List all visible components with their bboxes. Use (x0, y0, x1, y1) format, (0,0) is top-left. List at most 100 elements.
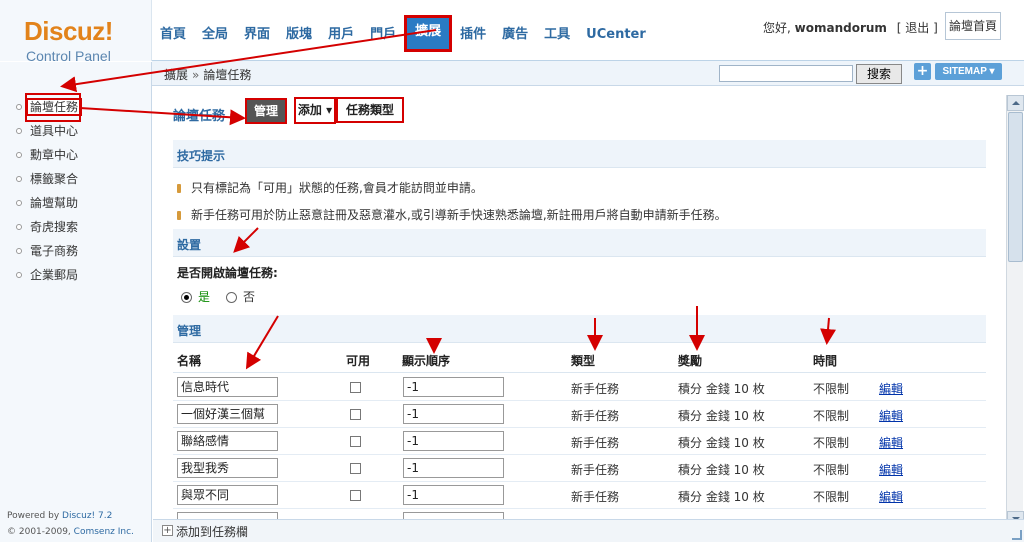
add-shortcut-button[interactable]: + (914, 63, 931, 80)
search-button[interactable]: 搜索 (856, 64, 902, 84)
enabled-checkbox[interactable] (350, 463, 361, 474)
tab-task-types[interactable]: 任務類型 (336, 97, 404, 123)
enable-tasks-radio-group: 是否 (181, 288, 255, 305)
sidebar-item-label: 道具中心 (30, 124, 79, 138)
add-to-taskbar-label[interactable]: 添加到任務欄 (176, 523, 248, 540)
sidebar-item-label: 標籤聚合 (30, 172, 79, 186)
copyright: © 2001-2009, (7, 527, 71, 537)
nav-ucenter[interactable]: UCenter (578, 18, 654, 52)
user-greeting: 您好, womandorum [ 退出 ] (763, 19, 938, 36)
tab-add[interactable]: 添加 ▾ (294, 97, 336, 124)
breadcrumb: 擴展 » 論壇任務 (164, 66, 251, 83)
display-order-field[interactable]: -1 (403, 458, 504, 478)
bullet-icon (16, 200, 22, 206)
column-reward: 獎勵 (678, 354, 703, 368)
taskbar: + 添加到任務欄 (153, 519, 1024, 542)
sidebar-item-forum-tasks[interactable]: 論壇任務 (0, 96, 152, 120)
sidebar-item-medals[interactable]: 勳章中心 (0, 144, 152, 168)
table-header: 名稱 可用 顯示順序 類型 獎勵 時間 (173, 349, 986, 373)
tab-manage[interactable]: 管理 (243, 96, 289, 126)
task-name-field[interactable]: 與眾不同 (177, 485, 278, 505)
arrow-up-icon (1012, 101, 1020, 105)
table-row: 我型我秀 -1 新手任務 積分 金錢 10 枚 不限制 編輯 (173, 455, 986, 482)
task-time: 不限制 (813, 463, 850, 477)
task-name-field[interactable]: 信息時代 (177, 377, 278, 397)
nav-portal[interactable]: 門戶 (362, 18, 404, 52)
display-order-field[interactable] (403, 512, 504, 519)
radio-yes-label: 是 (198, 290, 211, 304)
edit-link[interactable]: 編輯 (879, 407, 903, 424)
brand-link[interactable]: Discuz! 7.2 (62, 511, 112, 521)
tips-header: 技巧提示 (173, 140, 986, 168)
task-name-field[interactable] (177, 512, 278, 519)
bullet-icon (16, 128, 22, 134)
radio-no[interactable] (226, 292, 238, 303)
edit-link[interactable]: 編輯 (879, 380, 903, 397)
table-row: 與眾不同 -1 新手任務 積分 金錢 10 枚 不限制 編輯 (173, 482, 986, 509)
logo[interactable]: Discuz! Control Panel (0, 0, 152, 64)
top-header: Discuz! Control Panel 首頁 全局 界面 版塊 用戶 門戶 … (0, 0, 1024, 64)
nav-extensions[interactable]: 擴展 (404, 15, 453, 52)
nav-ads[interactable]: 廣告 (494, 18, 536, 52)
enable-tasks-label: 是否開啟論壇任務: (177, 266, 278, 280)
sidebar-item-label: 勳章中心 (30, 148, 79, 162)
enabled-checkbox[interactable] (350, 409, 361, 420)
scroll-up-button[interactable] (1007, 95, 1024, 111)
powered-by: Powered by (7, 511, 60, 521)
radio-yes[interactable] (181, 292, 192, 303)
table-row: 信息時代 -1 新手任務 積分 金錢 10 枚 不限制 編輯 (173, 374, 986, 401)
resize-grip-icon[interactable] (1012, 530, 1022, 540)
enabled-checkbox[interactable] (350, 436, 361, 447)
bullet-icon (16, 224, 22, 230)
edit-link[interactable]: 編輯 (879, 434, 903, 451)
table-row-partial (173, 509, 986, 519)
radio-no-label: 否 (243, 290, 256, 304)
settings-title: 設置 (177, 238, 202, 252)
breadcrumb-current: 論壇任務 (203, 68, 252, 82)
task-time: 不限制 (813, 409, 850, 423)
logout-link[interactable]: [ 退出 ] (897, 21, 938, 35)
display-order-field[interactable]: -1 (403, 377, 504, 397)
display-order-field[interactable]: -1 (403, 404, 504, 424)
nav-interface[interactable]: 界面 (236, 18, 278, 52)
nav-home[interactable]: 首頁 (152, 18, 194, 52)
bullet-icon (177, 184, 181, 193)
search-input[interactable] (719, 65, 853, 82)
display-order-field[interactable]: -1 (403, 485, 504, 505)
sidebar-item-ecommerce[interactable]: 電子商務 (0, 240, 152, 264)
task-name-field[interactable]: 聯絡感情 (177, 431, 278, 451)
bullet-icon (177, 211, 181, 220)
sidebar-item-props-center[interactable]: 道具中心 (0, 120, 152, 144)
task-name-field[interactable]: 一個好漢三個幫 (177, 404, 278, 424)
nav-global[interactable]: 全局 (194, 18, 236, 52)
column-enabled: 可用 (346, 354, 371, 368)
bullet-icon (16, 152, 22, 158)
sidebar-item-tags[interactable]: 標籤聚合 (0, 168, 152, 192)
forum-home-button[interactable]: 論壇首頁 (945, 12, 1001, 40)
sidebar: 論壇任務 道具中心 勳章中心 標籤聚合 論壇幫助 奇虎搜索 電子商務 企業郵局 … (0, 62, 152, 542)
edit-link[interactable]: 編輯 (879, 461, 903, 478)
edit-link[interactable]: 編輯 (879, 488, 903, 505)
sidebar-item-label: 奇虎搜索 (30, 220, 79, 234)
nav-forums[interactable]: 版塊 (278, 18, 320, 52)
enabled-checkbox[interactable] (350, 490, 361, 501)
username: womandorum (794, 21, 887, 35)
nav-plugins[interactable]: 插件 (452, 18, 494, 52)
company-link[interactable]: Comsenz Inc. (74, 527, 134, 537)
breadcrumb-parent[interactable]: 擴展 (164, 68, 188, 82)
task-reward: 積分 金錢 10 枚 (678, 409, 765, 423)
add-to-taskbar-icon[interactable]: + (162, 525, 173, 536)
nav-tools[interactable]: 工具 (536, 18, 578, 52)
nav-users[interactable]: 用戶 (320, 18, 362, 52)
sidebar-item-enterprise-mail[interactable]: 企業郵局 (0, 264, 152, 288)
main-scrollbar[interactable] (1006, 95, 1024, 527)
task-reward: 積分 金錢 10 枚 (678, 436, 765, 450)
scroll-thumb[interactable] (1008, 112, 1023, 262)
display-order-field[interactable]: -1 (403, 431, 504, 451)
task-name-field[interactable]: 我型我秀 (177, 458, 278, 478)
main-content: 論壇任務 管理 添加 ▾ 任務類型 技巧提示 只有標記為「可用」狀態的任務,會員… (153, 87, 1006, 519)
enabled-checkbox[interactable] (350, 382, 361, 393)
sitemap-button[interactable]: SITEMAP ▾ (935, 63, 1002, 80)
sidebar-item-help[interactable]: 論壇幫助 (0, 192, 152, 216)
sidebar-item-qihoo-search[interactable]: 奇虎搜索 (0, 216, 152, 240)
